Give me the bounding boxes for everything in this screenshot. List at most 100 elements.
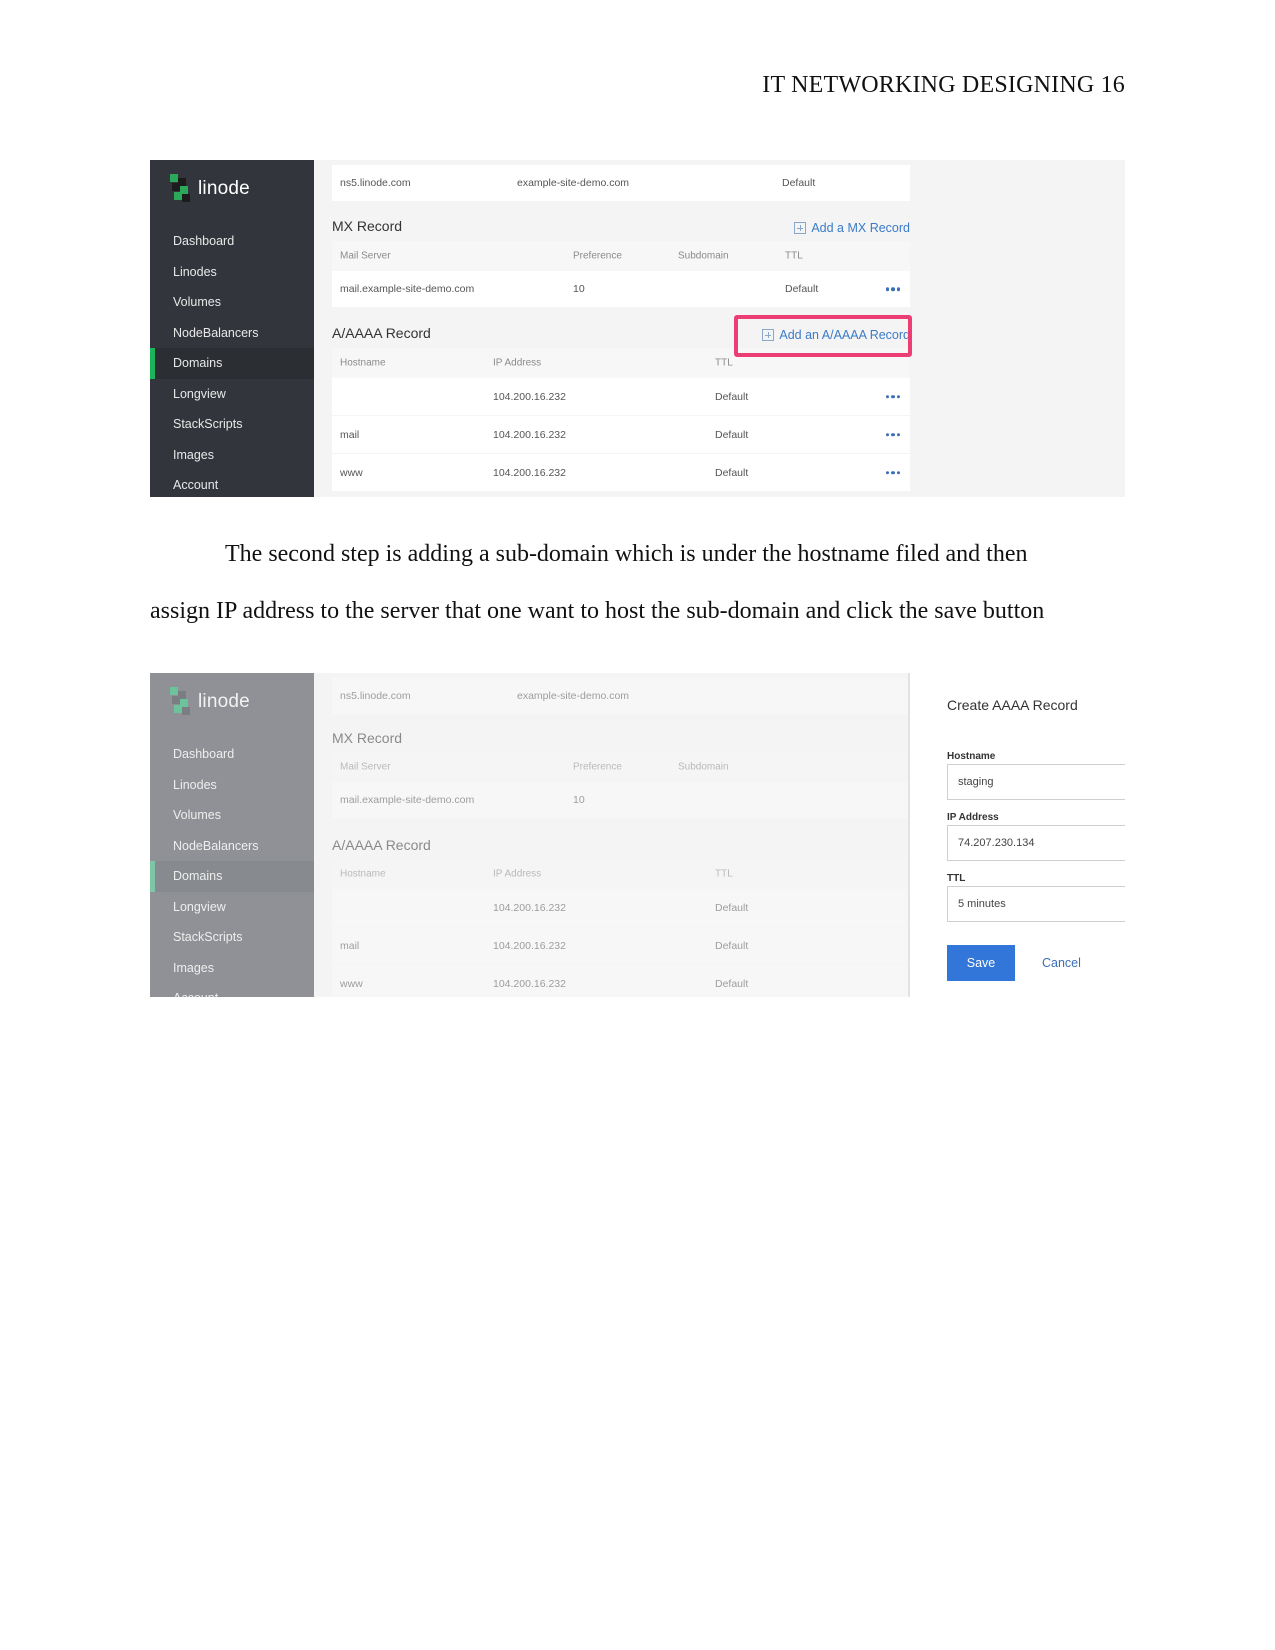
col-preference: Preference <box>573 250 622 262</box>
sidebar-item-linodes[interactable]: Linodes <box>150 770 314 801</box>
table-row: 104.200.16.232 Default <box>332 378 910 415</box>
sidebar-item-stackscripts[interactable]: StackScripts <box>150 409 314 440</box>
sidebar-item-account[interactable]: Account <box>150 983 314 997</box>
table-row: 104.200.16.232 Default <box>332 889 910 926</box>
paragraph-line-1: The second step is adding a sub-domain w… <box>225 541 1028 567</box>
mx-preference: 10 <box>573 794 585 806</box>
sidebar-item-longview[interactable]: Longview <box>150 379 314 410</box>
sidebar-item-dashboard[interactable]: Dashboard <box>150 226 314 257</box>
sidebar-item-volumes[interactable]: Volumes <box>150 800 314 831</box>
linode-logo-icon <box>168 687 192 717</box>
col-subdomain: Subdomain <box>678 250 729 262</box>
add-mx-record-link[interactable]: Add a MX Record <box>794 221 910 235</box>
ip-address-input[interactable]: 74.207.230.134 <box>947 825 1125 861</box>
table-row: mail.example-site-demo.com 10 <box>332 782 910 818</box>
table-row: mail 104.200.16.232 Default <box>332 416 910 453</box>
table-row: www 104.200.16.232 Default <box>332 454 910 491</box>
hostname-label: Hostname <box>947 751 996 762</box>
ns-row: ns5.linode.com example-site-demo.com <box>332 678 910 714</box>
sidebar-item-nodebalancers[interactable]: NodeBalancers <box>150 831 314 862</box>
col-preference: Preference <box>573 761 622 773</box>
sidebar-nav: Dashboard Linodes Volumes NodeBalancers … <box>150 739 314 997</box>
a-record-section-title: A/AAAA Record <box>332 837 431 853</box>
sidebar-item-linodes[interactable]: Linodes <box>150 257 314 288</box>
sidebar-item-images[interactable]: Images <box>150 953 314 984</box>
table-row: www 104.200.16.232 Default <box>332 965 910 997</box>
a-record-section-title: A/AAAA Record <box>332 325 431 341</box>
cancel-button[interactable]: Cancel <box>1042 945 1081 981</box>
a-ttl: Default <box>715 901 749 914</box>
ns-subdomain: example-site-demo.com <box>517 177 630 189</box>
sidebar-item-nodebalancers[interactable]: NodeBalancers <box>150 318 314 349</box>
a-hostname: www <box>340 466 363 479</box>
ns-nameserver: ns5.linode.com <box>340 177 411 189</box>
ns-subdomain: example-site-demo.com <box>517 690 630 702</box>
records-panel: ns5.linode.com example-site-demo.com MX … <box>332 673 910 997</box>
a-ip: 104.200.16.232 <box>493 939 566 952</box>
sidebar: linode Dashboard Linodes Volumes NodeBal… <box>150 160 314 497</box>
col-ttl: TTL <box>715 357 733 369</box>
more-actions-icon[interactable] <box>885 287 900 291</box>
mx-section-title: MX Record <box>332 730 403 746</box>
hostname-input[interactable]: staging <box>947 764 1125 800</box>
logo-text: linode <box>198 691 250 712</box>
col-ip-address: IP Address <box>493 868 542 880</box>
screenshot-create-record: linode Dashboard Linodes Volumes NodeBal… <box>150 673 1125 997</box>
sidebar-item-domains[interactable]: Domains <box>150 861 314 892</box>
a-ttl: Default <box>715 428 749 441</box>
sidebar-nav: Dashboard Linodes Volumes NodeBalancers … <box>150 226 314 497</box>
ttl-label: TTL <box>947 873 966 884</box>
mx-preference: 10 <box>573 283 585 295</box>
sidebar-item-domains[interactable]: Domains <box>150 348 314 379</box>
sidebar-item-longview[interactable]: Longview <box>150 892 314 923</box>
plus-icon <box>794 222 807 234</box>
col-hostname: Hostname <box>340 868 386 880</box>
drawer-title: Create AAAA Record <box>947 697 1078 713</box>
ttl-select[interactable]: 5 minutes <box>947 886 1125 922</box>
more-actions-icon[interactable] <box>885 432 900 437</box>
col-ttl: TTL <box>785 250 803 262</box>
sidebar: linode Dashboard Linodes Volumes NodeBal… <box>150 673 314 997</box>
more-actions-icon[interactable] <box>885 470 900 475</box>
a-ip: 104.200.16.232 <box>493 390 566 403</box>
mx-table-header: Mail Server Preference Subdomain TTL <box>332 241 910 271</box>
mx-mail-server: mail.example-site-demo.com <box>340 794 475 806</box>
col-mail-server: Mail Server <box>340 761 391 773</box>
more-actions-icon[interactable] <box>885 394 900 399</box>
screenshot-domain-records: linode Dashboard Linodes Volumes NodeBal… <box>150 160 1125 497</box>
mx-table-header: Mail Server Preference Subdomain <box>332 752 910 782</box>
running-head: IT NETWORKING DESIGNING 16 <box>762 72 1125 98</box>
a-hostname: www <box>340 977 363 990</box>
paragraph-line-2: assign IP address to the server that one… <box>150 598 1045 624</box>
logo: linode <box>168 687 250 717</box>
col-mail-server: Mail Server <box>340 250 391 262</box>
mx-section-title: MX Record <box>332 218 403 234</box>
mx-ttl: Default <box>785 283 819 295</box>
ns-ttl: Default <box>782 177 816 189</box>
save-button[interactable]: Save <box>947 945 1015 981</box>
ttl-selected-value: 5 minutes <box>958 898 1006 910</box>
linode-logo-icon <box>168 174 192 204</box>
highlight-box <box>734 315 912 357</box>
a-ttl: Default <box>715 977 749 990</box>
mx-mail-server: mail.example-site-demo.com <box>340 283 475 295</box>
a-ttl: Default <box>715 390 749 403</box>
col-hostname: Hostname <box>340 357 386 369</box>
ns-nameserver: ns5.linode.com <box>340 690 411 702</box>
sidebar-item-volumes[interactable]: Volumes <box>150 287 314 318</box>
create-record-drawer: Create AAAA Record ✕ Hostname staging IP… <box>910 673 1125 997</box>
a-ip: 104.200.16.232 <box>493 977 566 990</box>
col-subdomain: Subdomain <box>678 761 729 773</box>
table-row: mail.example-site-demo.com 10 Default <box>332 271 910 307</box>
a-ip: 104.200.16.232 <box>493 466 566 479</box>
sidebar-item-stackscripts[interactable]: StackScripts <box>150 922 314 953</box>
a-hostname: mail <box>340 428 360 441</box>
a-hostname: mail <box>340 939 360 952</box>
sidebar-item-dashboard[interactable]: Dashboard <box>150 739 314 770</box>
table-row: mail 104.200.16.232 Default <box>332 927 910 964</box>
a-ttl: Default <box>715 939 749 952</box>
sidebar-item-images[interactable]: Images <box>150 440 314 471</box>
sidebar-item-account[interactable]: Account <box>150 470 314 497</box>
a-ip: 104.200.16.232 <box>493 428 566 441</box>
col-ttl: TTL <box>715 868 733 880</box>
